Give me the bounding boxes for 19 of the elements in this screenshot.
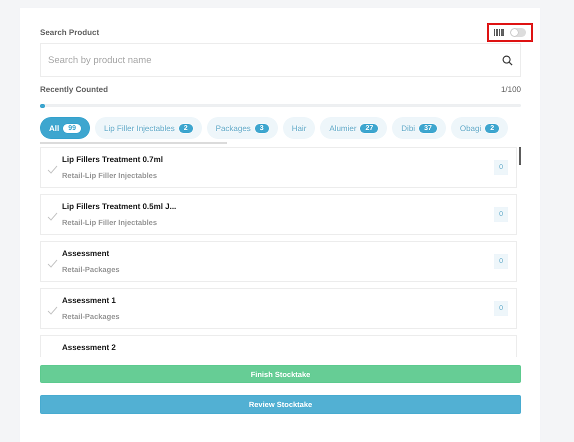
barcode-icon <box>494 28 504 36</box>
barcode-toggle[interactable] <box>510 28 526 36</box>
checkmark-icon[interactable] <box>47 259 58 268</box>
scrollbar-thumb[interactable] <box>40 142 227 144</box>
progress-label: Recently Counted <box>40 85 108 94</box>
progress-reading: 1/100 <box>500 85 521 94</box>
product-name: Assessment 1 <box>62 296 117 305</box>
product-name: Lip Fillers Treatment 0.7ml <box>62 155 164 164</box>
checkmark-icon[interactable] <box>47 212 58 221</box>
search-label: Search Product <box>40 28 100 36</box>
scrollbar-thumb[interactable] <box>519 147 521 165</box>
checkmark-icon[interactable] <box>47 165 58 174</box>
search-field[interactable]: Search by product name <box>40 43 521 77</box>
product-name: Assessment 2 <box>62 343 117 352</box>
category-chip[interactable]: Hair <box>282 117 316 139</box>
checkmark-icon[interactable] <box>47 306 58 315</box>
product-name: Lip Fillers Treatment 0.5ml J... <box>62 202 178 211</box>
product-name: Assessment <box>62 249 110 258</box>
search-icon <box>502 55 513 66</box>
